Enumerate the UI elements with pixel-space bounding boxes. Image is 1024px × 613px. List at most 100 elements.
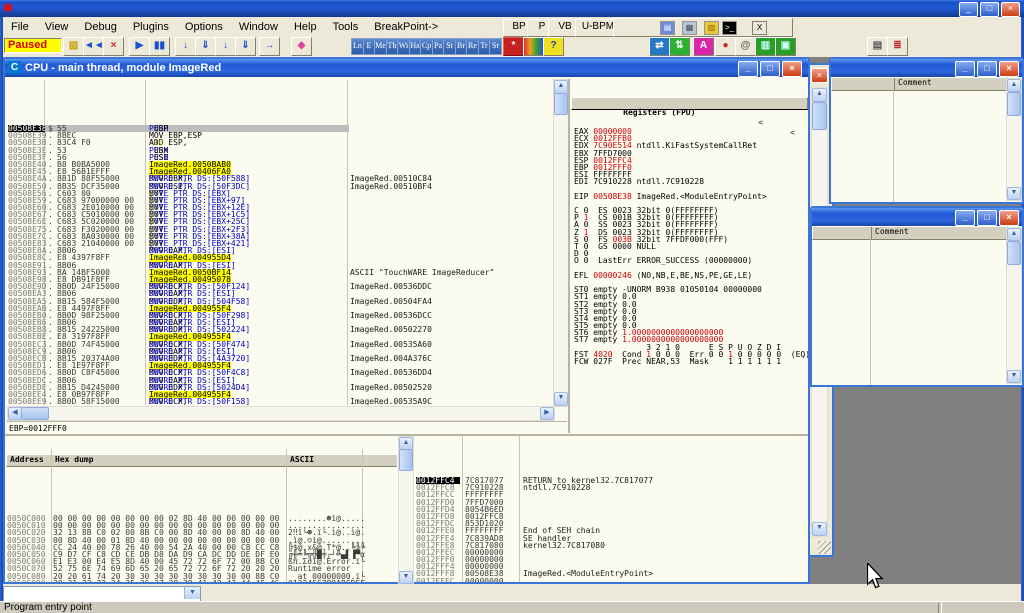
pane-button-sr[interactable]: Sr bbox=[489, 38, 502, 55]
disasm-row[interactable]: 00508E83.C683 21040000 00MOV BYTE PTR DS… bbox=[7, 240, 552, 247]
sort-icon[interactable]: ⇅ bbox=[669, 37, 690, 56]
notepad-icon[interactable]: ▦ bbox=[682, 21, 697, 35]
menu-item-window[interactable]: Window bbox=[231, 19, 286, 35]
step-over-button[interactable]: ⇓ bbox=[195, 37, 216, 56]
comment-window-top-titlebar[interactable]: _ □ × bbox=[831, 59, 1022, 77]
scroll-down-icon[interactable]: ▼ bbox=[1007, 187, 1021, 200]
scroll-up-icon[interactable]: ▲ bbox=[1007, 228, 1021, 241]
disasm-row[interactable]: 00508E3B.83C4 F0ADD ESP,-10 bbox=[7, 139, 552, 146]
minimize-button[interactable]: _ bbox=[738, 61, 758, 77]
close-button[interactable]: × bbox=[782, 61, 802, 77]
maximize-button[interactable]: □ bbox=[760, 61, 780, 77]
help-button[interactable]: ? bbox=[543, 37, 564, 56]
bars-icon[interactable]: ▥ bbox=[755, 37, 776, 56]
swap-icon[interactable]: ⇄ bbox=[649, 37, 670, 56]
comment-middle-scrollbar[interactable]: ▲ ▼ bbox=[1006, 227, 1022, 384]
menu-item-file[interactable]: File bbox=[3, 19, 37, 35]
stack-scrollbar[interactable]: ▲ ▼ bbox=[398, 436, 414, 584]
disasm-row[interactable]: 00508E38$55PUSH EBP bbox=[7, 125, 552, 132]
register-line[interactable]: EIP 00508E38 ImageRed.<ModuleEntryPoint> bbox=[574, 193, 808, 200]
dump-header-ascii[interactable]: ASCII bbox=[286, 454, 367, 467]
comment-window-middle-titlebar[interactable]: _ □ × bbox=[812, 208, 1022, 226]
disasm-row[interactable]: 00508ED6.8B0D C8F45000MOV ECX,DWORD PTR … bbox=[7, 369, 552, 376]
dump-pane[interactable]: Address Hex dump ASCII 0050C00000 00 00 … bbox=[5, 436, 397, 582]
disasm-row[interactable]: 00508E8C.E8 4397F8FFCALL ImageRed.004955… bbox=[7, 254, 552, 261]
scroll-thumb[interactable] bbox=[812, 102, 827, 130]
menu-item-options[interactable]: Options bbox=[177, 19, 231, 35]
cpu-window[interactable]: C CPU - main thread, module ImageRed _ □… bbox=[3, 57, 810, 584]
app-titlebar[interactable]: ✱ _ □ × bbox=[0, 0, 1024, 17]
scroll-thumb[interactable] bbox=[554, 93, 568, 115]
register-line[interactable]: T 0 GS 0000 NULL bbox=[574, 243, 808, 250]
console-icon[interactable]: >_ bbox=[722, 21, 737, 35]
strip-close-icon[interactable]: × bbox=[811, 68, 828, 83]
dump-row[interactable]: 0050C09030 31 32 33 34 35 36 37 38 39 41… bbox=[5, 580, 397, 582]
scroll-left-icon[interactable]: < bbox=[758, 118, 763, 128]
disasm-row[interactable]: 00508EC3.8B0D 74F45000MOV ECX,DWORD PTR … bbox=[7, 341, 552, 348]
disasm-row[interactable]: 00508EB0.8B0D 98F25000MOV ECX,DWORD PTR … bbox=[7, 312, 552, 319]
register-line[interactable]: O 0 LastErr ERROR_SUCCESS (00000000) bbox=[574, 257, 808, 264]
step-into-button[interactable]: ↓ bbox=[175, 37, 196, 56]
menu-item-plugins[interactable]: Plugins bbox=[125, 19, 177, 35]
disassembly-scrollbar[interactable]: ▲ ▼ bbox=[553, 79, 569, 407]
scroll-up-icon[interactable]: ▲ bbox=[812, 88, 827, 102]
ascii-view-icon[interactable]: A bbox=[693, 37, 714, 56]
cpu-window-titlebar[interactable]: C CPU - main thread, module ImageRed _ □… bbox=[5, 59, 808, 77]
scroll-right-icon[interactable]: ▶ bbox=[540, 407, 554, 420]
close-button[interactable]: × bbox=[999, 210, 1019, 226]
close-button[interactable]: × bbox=[999, 61, 1019, 77]
disasm-row[interactable]: 00508EE9.8B0D 58F15000MOV ECX,DWORD PTR … bbox=[7, 398, 552, 405]
registers-header[interactable]: Registers (FPU) < < bbox=[571, 97, 808, 110]
stack-row[interactable]: 0012FFFC00000000 bbox=[413, 578, 808, 582]
columns-icon[interactable]: ▤ bbox=[867, 37, 888, 56]
scroll-left-icon[interactable]: ◀ bbox=[8, 407, 22, 420]
run-button[interactable]: ▶ bbox=[129, 37, 150, 56]
resize-grip[interactable] bbox=[818, 541, 831, 554]
scroll-thumb[interactable] bbox=[399, 449, 413, 471]
maximize-button[interactable]: □ bbox=[977, 61, 997, 77]
record-icon[interactable]: ● bbox=[715, 37, 736, 56]
menu-close-icon[interactable]: X bbox=[752, 21, 767, 35]
scroll-down-icon[interactable]: ▼ bbox=[1007, 370, 1021, 383]
scroll-thumb[interactable] bbox=[1007, 92, 1021, 116]
dump-header-extra[interactable] bbox=[362, 454, 397, 467]
folder-icon[interactable]: ▨ bbox=[704, 21, 719, 35]
paste-icon[interactable]: ▤ bbox=[660, 21, 675, 35]
open-file-button[interactable]: ▧ bbox=[63, 37, 84, 56]
menu-item-debug[interactable]: Debug bbox=[76, 19, 124, 35]
scroll-up-icon[interactable]: ▲ bbox=[554, 80, 568, 94]
register-line[interactable]: EDI 7C910228 ntdll.7C910228 bbox=[574, 178, 808, 185]
minimize-button[interactable]: _ bbox=[959, 2, 978, 17]
command-combobox[interactable]: ▼ bbox=[3, 586, 201, 602]
pause-button[interactable]: ▮▮ bbox=[149, 37, 170, 56]
restart-button[interactable]: ◄◄ bbox=[83, 37, 104, 56]
dump-header-address[interactable]: Address bbox=[6, 454, 56, 467]
scroll-down-icon[interactable]: ▼ bbox=[399, 571, 413, 584]
disassembly-hscrollbar[interactable]: ◀ ▶ bbox=[7, 406, 555, 421]
spiral-icon[interactable]: @ bbox=[735, 37, 756, 56]
comment-top-scrollbar[interactable]: ▲ ▼ bbox=[1006, 78, 1022, 201]
chevron-down-icon[interactable]: ▼ bbox=[184, 587, 200, 599]
maximize-button[interactable]: □ bbox=[977, 210, 997, 226]
minimize-button[interactable]: _ bbox=[955, 61, 975, 77]
comment-column-header[interactable]: Comment bbox=[831, 77, 1008, 91]
menu-item-tools[interactable]: Tools bbox=[325, 19, 367, 35]
restore-button[interactable]: □ bbox=[980, 2, 999, 17]
list-icon[interactable]: ≣ bbox=[887, 37, 908, 56]
registers-pane[interactable]: Registers (FPU) < < EAX 00000000ECX 0012… bbox=[571, 79, 808, 433]
appearance-icon[interactable] bbox=[523, 37, 544, 56]
disasm-row[interactable]: 00508E3E.53PUSH EBX bbox=[7, 147, 552, 154]
scroll-up-icon[interactable]: ▲ bbox=[1007, 79, 1021, 92]
dump-header-hex[interactable]: Hex dump bbox=[51, 454, 291, 467]
screen-icon[interactable]: ▣ bbox=[775, 37, 796, 56]
menu-item-help[interactable]: Help bbox=[286, 19, 325, 35]
close-program-button[interactable]: × bbox=[103, 37, 124, 56]
go-to-address-button[interactable]: ◆ bbox=[291, 37, 312, 56]
menu-item-breakpoint[interactable]: BreakPoint-> bbox=[366, 19, 446, 35]
trace-into-button[interactable]: ↓ bbox=[215, 37, 236, 56]
comment-window-top[interactable]: _ □ × Comment ▲ ▼ bbox=[829, 57, 1024, 204]
scroll-down-icon[interactable]: ▼ bbox=[554, 392, 568, 406]
comment-column-header[interactable]: Comment bbox=[812, 226, 1008, 240]
options-gear-icon[interactable]: * bbox=[503, 37, 524, 56]
register-line[interactable]: EFL 00000246 (NO,NB,E,BE,NS,PE,GE,LE) bbox=[574, 272, 808, 279]
